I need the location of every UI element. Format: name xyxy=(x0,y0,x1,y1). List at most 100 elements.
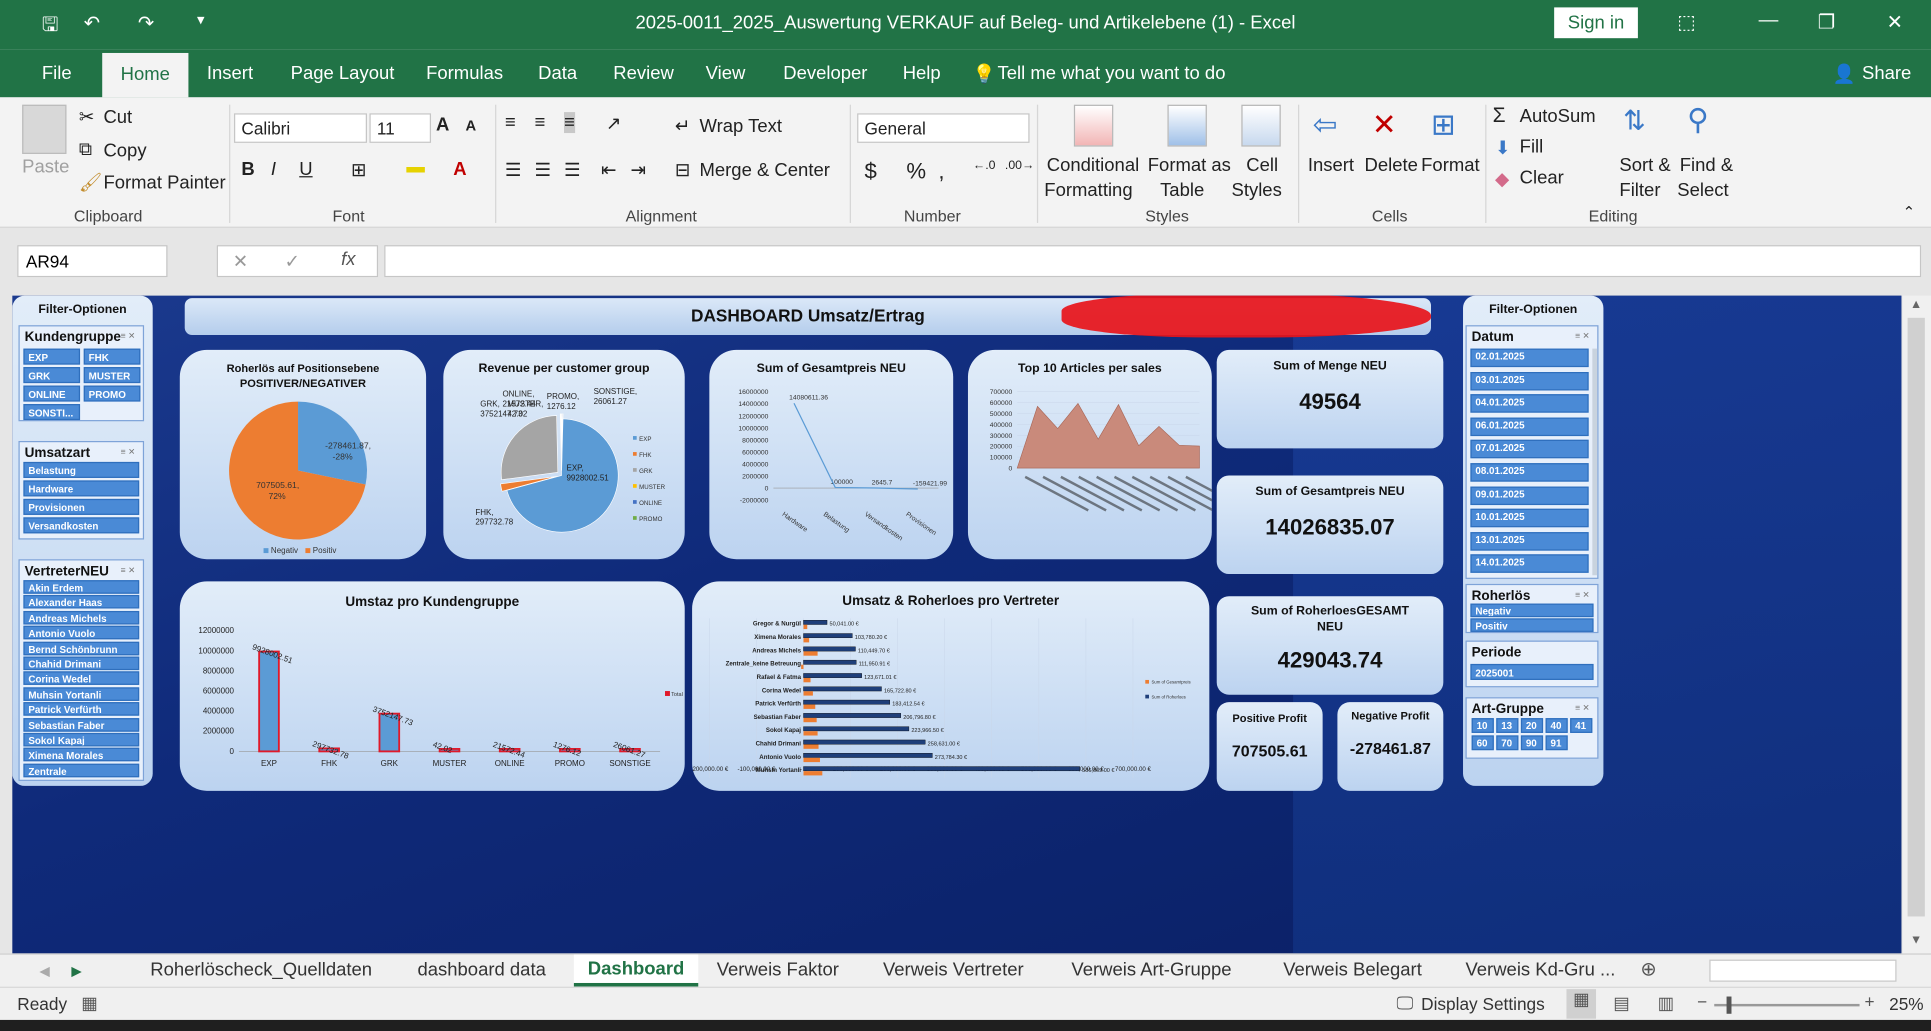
font-name-select[interactable]: Calibri xyxy=(233,113,367,143)
sheet-tab[interactable]: dashboard data xyxy=(417,960,545,981)
slicer-item[interactable]: Positiv xyxy=(1470,618,1594,632)
find-label[interactable]: Find & xyxy=(1680,155,1733,176)
ribbon-display-icon[interactable]: ⬚ xyxy=(1677,10,1696,35)
sort-filter-button[interactable]: Filter xyxy=(1619,180,1660,201)
prev-sheet-icon[interactable]: ◀ xyxy=(39,963,49,979)
format-painter-button[interactable]: Format Painter xyxy=(103,172,225,193)
increase-indent-icon[interactable]: ⇥ xyxy=(631,159,646,181)
slicer-item[interactable]: 08.01.2025 xyxy=(1470,463,1589,482)
enter-icon[interactable]: ✓ xyxy=(284,250,299,272)
slicer-item[interactable]: MUSTER xyxy=(83,367,141,384)
display-settings-icon[interactable]: 🖵 xyxy=(1397,993,1414,1014)
comma-style-icon[interactable]: , xyxy=(938,159,944,185)
insert-function-button[interactable]: fx xyxy=(341,249,355,270)
sheet-tab[interactable]: Verweis Kd-Gru ... xyxy=(1465,960,1615,981)
decrease-indent-icon[interactable]: ⇤ xyxy=(601,159,616,181)
grow-font-icon[interactable]: A xyxy=(436,115,449,136)
delete-cells-button[interactable]: Delete xyxy=(1365,155,1418,176)
autosum-button[interactable]: AutoSum xyxy=(1520,106,1596,127)
collapse-ribbon-icon[interactable]: ⌃ xyxy=(1903,203,1915,220)
multi-select-icon[interactable]: ≡ ✕ xyxy=(121,331,136,342)
zoom-level[interactable]: 25% xyxy=(1889,994,1924,1014)
increase-decimal-icon[interactable]: ←.0 xyxy=(973,159,996,173)
multi-select-icon[interactable]: ≡ ✕ xyxy=(121,565,136,576)
tab-insert[interactable]: Insert xyxy=(207,63,253,84)
font-color-icon[interactable]: A xyxy=(453,159,466,180)
align-right-icon[interactable]: ☰ xyxy=(564,159,581,181)
zoom-out-icon[interactable]: − xyxy=(1697,992,1707,1012)
slicer-item[interactable]: 07.01.2025 xyxy=(1470,440,1589,459)
tab-view[interactable]: View xyxy=(706,63,746,84)
slicer-item[interactable]: 60 xyxy=(1471,735,1494,751)
sort-label[interactable]: Sort & xyxy=(1619,155,1670,176)
find-select-icon[interactable]: ⚲ xyxy=(1687,102,1709,138)
minimize-icon[interactable]: — xyxy=(1759,10,1779,32)
tab-formulas[interactable]: Formulas xyxy=(426,63,503,84)
tab-help[interactable]: Help xyxy=(903,63,941,84)
slicer-item[interactable]: Bernd Schönbrunn xyxy=(23,641,140,655)
align-middle-icon[interactable]: ≡ xyxy=(534,112,545,133)
sheet-tab[interactable]: Verweis Belegart xyxy=(1283,960,1422,981)
formula-input[interactable] xyxy=(384,245,1922,278)
fill-button[interactable]: Fill xyxy=(1520,137,1544,158)
next-sheet-icon[interactable]: ▶ xyxy=(71,963,81,979)
page-break-view-icon[interactable]: ▥ xyxy=(1658,993,1674,1014)
close-icon[interactable]: ✕ xyxy=(1887,10,1904,35)
sheet-tab[interactable]: Verweis Art-Gruppe xyxy=(1071,960,1231,981)
slicer-item[interactable]: EXP xyxy=(23,348,81,365)
align-center-icon[interactable]: ☰ xyxy=(534,159,551,181)
macro-record-icon[interactable]: ▦ xyxy=(81,993,97,1014)
slicer-item[interactable]: 13 xyxy=(1496,718,1519,733)
slicer-item[interactable]: 09.01.2025 xyxy=(1470,486,1589,505)
slicer-item[interactable]: 14.01.2025 xyxy=(1470,554,1589,574)
cut-icon[interactable]: ✂ xyxy=(79,106,94,128)
slicer-item[interactable]: Corina Wedel xyxy=(23,671,140,686)
tab-developer[interactable]: Developer xyxy=(783,63,867,84)
slicer-item[interactable]: Zentrale xyxy=(23,763,140,778)
slicer-item[interactable]: Antonio Vuolo xyxy=(23,625,140,640)
scroll-down-icon[interactable]: ▼ xyxy=(1910,934,1922,948)
slicer-item[interactable]: Muhsin Yortanli xyxy=(23,687,140,701)
format-as-table-button[interactable]: Table xyxy=(1160,180,1204,201)
align-bottom-icon[interactable]: ≡ xyxy=(564,112,575,134)
page-layout-view-icon[interactable]: ▤ xyxy=(1613,993,1629,1014)
slicer-item[interactable]: Sokol Kapaj xyxy=(23,732,140,747)
align-left-icon[interactable]: ☰ xyxy=(505,159,522,181)
insert-cells-icon[interactable]: ⇦ xyxy=(1313,107,1338,143)
slicer-item[interactable]: 03.01.2025 xyxy=(1470,371,1589,390)
slicer-item[interactable]: Sebastian Faber xyxy=(23,717,140,732)
vertical-scrollbar[interactable]: ▲ ▼ xyxy=(1902,295,1931,954)
slicer-item[interactable]: 02.01.2025 xyxy=(1470,348,1589,368)
conditional-formatting-button[interactable]: Formatting xyxy=(1044,180,1132,201)
insert-cells-button[interactable]: Insert xyxy=(1308,155,1354,176)
slicer-item[interactable]: Alexander Haas xyxy=(23,595,140,609)
cut-button[interactable]: Cut xyxy=(103,107,132,128)
slicer-item[interactable]: Akin Erdem xyxy=(23,580,140,594)
align-top-icon[interactable]: ≡ xyxy=(505,112,516,133)
zoom-in-icon[interactable]: + xyxy=(1864,992,1874,1012)
find-select-button[interactable]: Select xyxy=(1677,180,1728,201)
sheet-tab[interactable]: Verweis Faktor xyxy=(717,960,839,981)
italic-icon[interactable]: I xyxy=(271,159,276,180)
zoom-slider[interactable] xyxy=(1714,996,1860,1014)
normal-view-icon[interactable]: ▦ xyxy=(1566,989,1597,1019)
underline-icon[interactable]: U xyxy=(299,159,312,180)
currency-button[interactable]: $ xyxy=(865,159,877,185)
share-button[interactable]: Share xyxy=(1862,63,1911,84)
format-as-table-icon[interactable] xyxy=(1167,104,1207,147)
restore-icon[interactable]: ❐ xyxy=(1818,10,1836,35)
slicer-item[interactable]: Ximena Morales xyxy=(23,748,140,762)
orientation-icon[interactable]: ↗ xyxy=(606,112,621,134)
cell-label[interactable]: Cell xyxy=(1246,155,1278,176)
slicer-item[interactable]: 70 xyxy=(1496,735,1519,751)
format-cells-button[interactable]: Format xyxy=(1421,155,1480,176)
slicer-item[interactable]: 90 xyxy=(1520,735,1544,751)
decrease-decimal-icon[interactable]: .00→ xyxy=(1005,159,1034,173)
scroll-thumb[interactable] xyxy=(1907,317,1925,917)
sheet-tab[interactable]: Verweis Vertreter xyxy=(883,960,1024,981)
paste-icon[interactable] xyxy=(22,104,67,154)
paste-button[interactable]: Paste xyxy=(22,156,69,177)
zoom-slider-thumb[interactable] xyxy=(1726,996,1732,1014)
fill-color-icon[interactable]: ▬ xyxy=(406,156,424,177)
slicer-item[interactable]: 10 xyxy=(1471,718,1494,733)
